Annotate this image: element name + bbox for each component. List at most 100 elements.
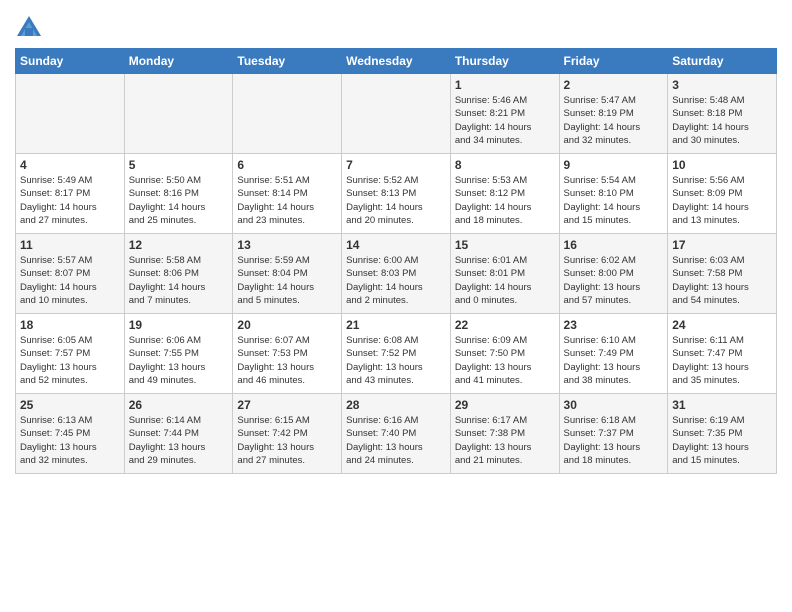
calendar-week-3: 11 Sunrise: 5:57 AM Sunset: 8:07 PM Dayli… xyxy=(16,234,777,314)
calendar-week-4: 18 Sunrise: 6:05 AM Sunset: 7:57 PM Dayli… xyxy=(16,314,777,394)
calendar-week-2: 4 Sunrise: 5:49 AM Sunset: 8:17 PM Daylig… xyxy=(16,154,777,234)
logo xyxy=(15,14,47,42)
calendar-cell xyxy=(342,74,451,154)
calendar-cell: 6 Sunrise: 5:51 AM Sunset: 8:14 PM Daylig… xyxy=(233,154,342,234)
cell-info: Sunrise: 5:51 AM Sunset: 8:14 PM Dayligh… xyxy=(237,174,337,227)
calendar-cell: 26Sunrise: 6:14 AM Sunset: 7:44 PM Dayli… xyxy=(124,394,233,474)
cell-info: Sunrise: 5:50 AM Sunset: 8:16 PM Dayligh… xyxy=(129,174,229,227)
calendar-cell: 1 Sunrise: 5:46 AM Sunset: 8:21 PM Daylig… xyxy=(450,74,559,154)
cell-info: Sunrise: 6:02 AM Sunset: 8:00 PM Dayligh… xyxy=(564,254,664,307)
calendar-cell: 11 Sunrise: 5:57 AM Sunset: 8:07 PM Dayli… xyxy=(16,234,125,314)
cell-info: Sunrise: 6:15 AM Sunset: 7:42 PM Dayligh… xyxy=(237,414,337,467)
day-number: 1 xyxy=(455,78,555,92)
calendar-cell: 23 Sunrise: 6:10 AM Sunset: 7:49 PM Dayli… xyxy=(559,314,668,394)
day-number: 31 xyxy=(672,398,772,412)
day-number: 20 xyxy=(237,318,337,332)
day-number: 3 xyxy=(672,78,772,92)
cell-info: Sunrise: 6:03 AM Sunset: 7:58 PM Dayligh… xyxy=(672,254,772,307)
calendar-cell: 12 Sunrise: 5:58 AM Sunset: 8:06 PM Dayli… xyxy=(124,234,233,314)
cell-info: Sunrise: 6:14 AM Sunset: 7:44 PM Dayligh… xyxy=(129,414,229,467)
day-number: 27 xyxy=(237,398,337,412)
calendar-cell: 30 Sunrise: 6:18 AM Sunset: 7:37 PM Dayli… xyxy=(559,394,668,474)
day-number: 30 xyxy=(564,398,664,412)
day-number: 15 xyxy=(455,238,555,252)
cell-info: Sunrise: 5:49 AM Sunset: 8:17 PM Dayligh… xyxy=(20,174,120,227)
day-number: 9 xyxy=(564,158,664,172)
day-number: 6 xyxy=(237,158,337,172)
cell-info: Sunrise: 6:09 AM Sunset: 7:50 PM Dayligh… xyxy=(455,334,555,387)
day-number: 8 xyxy=(455,158,555,172)
page-header xyxy=(15,10,777,42)
cell-info: Sunrise: 6:10 AM Sunset: 7:49 PM Dayligh… xyxy=(564,334,664,387)
day-number: 12 xyxy=(129,238,229,252)
weekday-header-tuesday: Tuesday xyxy=(233,49,342,74)
day-number: 10 xyxy=(672,158,772,172)
calendar-cell: 15Sunrise: 6:01 AM Sunset: 8:01 PM Dayli… xyxy=(450,234,559,314)
cell-info: Sunrise: 6:00 AM Sunset: 8:03 PM Dayligh… xyxy=(346,254,446,307)
calendar-cell: 14 Sunrise: 6:00 AM Sunset: 8:03 PM Dayli… xyxy=(342,234,451,314)
cell-info: Sunrise: 5:54 AM Sunset: 8:10 PM Dayligh… xyxy=(564,174,664,227)
cell-info: Sunrise: 5:46 AM Sunset: 8:21 PM Dayligh… xyxy=(455,94,555,147)
cell-info: Sunrise: 5:48 AM Sunset: 8:18 PM Dayligh… xyxy=(672,94,772,147)
day-number: 21 xyxy=(346,318,446,332)
day-number: 13 xyxy=(237,238,337,252)
calendar-cell: 18 Sunrise: 6:05 AM Sunset: 7:57 PM Dayli… xyxy=(16,314,125,394)
calendar-cell xyxy=(16,74,125,154)
calendar-week-1: 1 Sunrise: 5:46 AM Sunset: 8:21 PM Daylig… xyxy=(16,74,777,154)
day-number: 29 xyxy=(455,398,555,412)
weekday-header-thursday: Thursday xyxy=(450,49,559,74)
day-number: 16 xyxy=(564,238,664,252)
cell-info: Sunrise: 5:57 AM Sunset: 8:07 PM Dayligh… xyxy=(20,254,120,307)
calendar-cell: 17Sunrise: 6:03 AM Sunset: 7:58 PM Dayli… xyxy=(668,234,777,314)
day-number: 14 xyxy=(346,238,446,252)
calendar-table: SundayMondayTuesdayWednesdayThursdayFrid… xyxy=(15,48,777,474)
calendar-cell: 3 Sunrise: 5:48 AM Sunset: 8:18 PM Daylig… xyxy=(668,74,777,154)
cell-info: Sunrise: 6:16 AM Sunset: 7:40 PM Dayligh… xyxy=(346,414,446,467)
day-number: 18 xyxy=(20,318,120,332)
calendar-cell: 19Sunrise: 6:06 AM Sunset: 7:55 PM Dayli… xyxy=(124,314,233,394)
day-number: 28 xyxy=(346,398,446,412)
logo-icon xyxy=(15,14,43,42)
cell-info: Sunrise: 6:06 AM Sunset: 7:55 PM Dayligh… xyxy=(129,334,229,387)
cell-info: Sunrise: 6:18 AM Sunset: 7:37 PM Dayligh… xyxy=(564,414,664,467)
cell-info: Sunrise: 5:52 AM Sunset: 8:13 PM Dayligh… xyxy=(346,174,446,227)
cell-info: Sunrise: 6:13 AM Sunset: 7:45 PM Dayligh… xyxy=(20,414,120,467)
day-number: 5 xyxy=(129,158,229,172)
calendar-body: 1 Sunrise: 5:46 AM Sunset: 8:21 PM Daylig… xyxy=(16,74,777,474)
calendar-cell: 5 Sunrise: 5:50 AM Sunset: 8:16 PM Daylig… xyxy=(124,154,233,234)
day-number: 2 xyxy=(564,78,664,92)
calendar-cell: 7 Sunrise: 5:52 AM Sunset: 8:13 PM Daylig… xyxy=(342,154,451,234)
calendar-cell: 27 Sunrise: 6:15 AM Sunset: 7:42 PM Dayli… xyxy=(233,394,342,474)
calendar-week-5: 25 Sunrise: 6:13 AM Sunset: 7:45 PM Dayli… xyxy=(16,394,777,474)
weekday-header-wednesday: Wednesday xyxy=(342,49,451,74)
day-number: 25 xyxy=(20,398,120,412)
weekday-header-saturday: Saturday xyxy=(668,49,777,74)
calendar-cell: 28 Sunrise: 6:16 AM Sunset: 7:40 PM Dayli… xyxy=(342,394,451,474)
cell-info: Sunrise: 5:59 AM Sunset: 8:04 PM Dayligh… xyxy=(237,254,337,307)
weekday-header-monday: Monday xyxy=(124,49,233,74)
calendar-cell: 4 Sunrise: 5:49 AM Sunset: 8:17 PM Daylig… xyxy=(16,154,125,234)
calendar-cell: 25 Sunrise: 6:13 AM Sunset: 7:45 PM Dayli… xyxy=(16,394,125,474)
calendar-cell xyxy=(233,74,342,154)
calendar-cell: 29 Sunrise: 6:17 AM Sunset: 7:38 PM Dayli… xyxy=(450,394,559,474)
cell-info: Sunrise: 6:08 AM Sunset: 7:52 PM Dayligh… xyxy=(346,334,446,387)
calendar-cell: 9 Sunrise: 5:54 AM Sunset: 8:10 PM Daylig… xyxy=(559,154,668,234)
calendar-cell: 22 Sunrise: 6:09 AM Sunset: 7:50 PM Dayli… xyxy=(450,314,559,394)
calendar-cell: 31Sunrise: 6:19 AM Sunset: 7:35 PM Dayli… xyxy=(668,394,777,474)
calendar-cell xyxy=(124,74,233,154)
calendar-header-row: SundayMondayTuesdayWednesdayThursdayFrid… xyxy=(16,49,777,74)
calendar-cell: 2Sunrise: 5:47 AM Sunset: 8:19 PM Daylig… xyxy=(559,74,668,154)
day-number: 24 xyxy=(672,318,772,332)
calendar-cell: 13 Sunrise: 5:59 AM Sunset: 8:04 PM Dayli… xyxy=(233,234,342,314)
cell-info: Sunrise: 5:58 AM Sunset: 8:06 PM Dayligh… xyxy=(129,254,229,307)
day-number: 4 xyxy=(20,158,120,172)
cell-info: Sunrise: 6:11 AM Sunset: 7:47 PM Dayligh… xyxy=(672,334,772,387)
calendar-cell: 16 Sunrise: 6:02 AM Sunset: 8:00 PM Dayli… xyxy=(559,234,668,314)
day-number: 11 xyxy=(20,238,120,252)
cell-info: Sunrise: 6:05 AM Sunset: 7:57 PM Dayligh… xyxy=(20,334,120,387)
cell-info: Sunrise: 6:07 AM Sunset: 7:53 PM Dayligh… xyxy=(237,334,337,387)
day-number: 22 xyxy=(455,318,555,332)
day-number: 23 xyxy=(564,318,664,332)
cell-info: Sunrise: 6:17 AM Sunset: 7:38 PM Dayligh… xyxy=(455,414,555,467)
day-number: 7 xyxy=(346,158,446,172)
